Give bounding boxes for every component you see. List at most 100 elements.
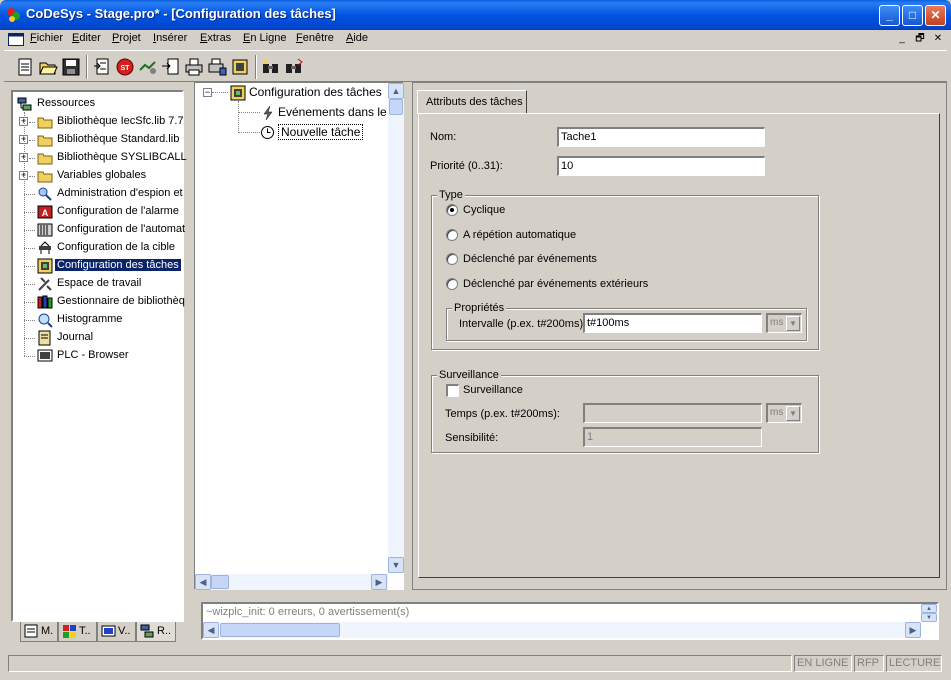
open-icon[interactable] xyxy=(37,56,59,78)
type-group-title: Type xyxy=(437,189,465,201)
events-icon xyxy=(263,105,273,121)
tab-visualizations[interactable]: V.. xyxy=(97,622,136,642)
journal-icon xyxy=(38,330,51,346)
tree-item-library[interactable]: Gestionnaire de bibliothèq xyxy=(13,293,185,311)
tree-item-folder[interactable]: + Bibliothèque Standard.lib xyxy=(13,131,183,149)
scroll-up-button[interactable]: ▲ xyxy=(388,83,404,99)
close-button[interactable]: ✕ xyxy=(925,5,946,26)
sensitivity-field[interactable]: 1 xyxy=(583,427,762,447)
tree-item-journal[interactable]: Journal xyxy=(13,329,183,347)
maximize-button[interactable]: □ xyxy=(902,5,923,26)
type-label-triggered[interactable]: Déclenché par événements xyxy=(463,253,597,265)
tree-item-histogram[interactable]: Histogramme xyxy=(13,311,183,329)
folder-icon xyxy=(37,117,53,129)
print-icon[interactable] xyxy=(183,56,205,78)
document-window-icon[interactable] xyxy=(8,33,24,46)
output-scroll-left[interactable]: ◀ xyxy=(203,622,219,638)
tree-item-folder[interactable]: + Variables globales xyxy=(13,167,183,185)
interval-unit-select[interactable]: ms ▼ xyxy=(766,313,802,333)
menu-extras[interactable]: Extras xyxy=(200,32,231,44)
type-radio-triggered[interactable] xyxy=(446,253,458,265)
task-tree-vscroll[interactable] xyxy=(388,83,404,573)
tree-item-label: Bibliothèque SYSLIBCALL xyxy=(57,151,187,163)
scroll-right-button[interactable]: ▶ xyxy=(371,574,387,590)
type-label-freewheeling[interactable]: A répétion automatique xyxy=(463,229,576,241)
logout-icon[interactable] xyxy=(160,56,182,78)
stop-icon[interactable]: ST xyxy=(114,56,136,78)
tree-item-plc-browser[interactable]: PLC - Browser xyxy=(13,347,183,365)
tree-item-alarm[interactable]: A Configuration de l'alarme xyxy=(13,203,183,221)
name-field[interactable]: Tache1 xyxy=(557,127,765,147)
tree-item-task-config[interactable]: Configuration des tâches xyxy=(13,257,183,275)
properties-group-title: Propriétés xyxy=(452,302,507,314)
menu-projet[interactable]: Projet xyxy=(112,32,141,44)
histogram-icon xyxy=(38,313,53,328)
save-icon[interactable] xyxy=(60,56,82,78)
message-output-panel[interactable]: ~wizplc_init: 0 erreurs, 0 avertissement… xyxy=(201,602,939,640)
type-radio-external[interactable] xyxy=(446,278,458,290)
tab-datatypes[interactable]: T.. xyxy=(58,622,97,642)
find-icon[interactable] xyxy=(260,56,282,78)
type-label-cyclic[interactable]: Cyclique xyxy=(463,204,505,216)
tree-root-ressources[interactable]: Ressources xyxy=(13,95,183,113)
type-radio-freewheeling[interactable] xyxy=(446,229,458,241)
tree-item-label: Espace de travail xyxy=(57,277,142,289)
menu-inserer[interactable]: Insérer xyxy=(153,32,187,44)
login-icon[interactable] xyxy=(137,56,159,78)
build-icon[interactable] xyxy=(91,56,113,78)
menu-fichier[interactable]: Fichier xyxy=(30,32,63,44)
menu-en-ligne[interactable]: En Ligne xyxy=(243,32,286,44)
output-scroll-right[interactable]: ▶ xyxy=(905,622,921,638)
tree-root-label: Ressources xyxy=(37,97,96,109)
watchdog-checkbox-label[interactable]: Surveillance xyxy=(463,384,523,396)
tree-item-watch[interactable]: Administration d'espion et xyxy=(13,185,183,203)
task-tree-root[interactable]: Configuration des tâches xyxy=(249,85,382,99)
resources-icon xyxy=(17,97,32,111)
tools-icon xyxy=(38,277,52,291)
mdi-restore-button[interactable]: 🗗 xyxy=(912,32,928,46)
scroll-down-button[interactable]: ▼ xyxy=(388,557,404,573)
tree-item-folder[interactable]: + Bibliothèque SYSLIBCALL xyxy=(13,149,187,167)
replace-icon[interactable] xyxy=(283,56,305,78)
task-tree-collapse-toggle[interactable]: − xyxy=(203,88,212,97)
scroll-thumb[interactable] xyxy=(389,99,403,115)
tab-resources[interactable]: R.. xyxy=(136,622,176,642)
menu-editer[interactable]: Editer xyxy=(72,32,101,44)
new-icon[interactable] xyxy=(14,56,36,78)
properties-icon[interactable] xyxy=(229,56,251,78)
type-label-external[interactable]: Déclenché par événements extérieurs xyxy=(463,278,648,290)
hscroll-thumb[interactable] xyxy=(211,575,229,589)
output-scroll-down[interactable]: ▼ xyxy=(921,613,937,622)
title-bar[interactable]: CoDeSys - Stage.pro* - [Configuration de… xyxy=(0,0,951,30)
tree-item-folder[interactable]: + Bibliothèque IecSfc.lib 7.7 xyxy=(13,113,184,131)
time-unit-select[interactable]: ms ▼ xyxy=(766,403,802,423)
output-hscroll-thumb[interactable] xyxy=(220,623,340,637)
menu-bar: Fichier Editer Projet Insérer Extras En … xyxy=(4,30,947,49)
print-preview-icon[interactable] xyxy=(206,56,228,78)
time-label: Temps (p.ex. t#200ms): xyxy=(445,408,560,420)
menu-fenetre[interactable]: Fenêtre xyxy=(296,32,334,44)
output-scroll-up[interactable]: ▲ xyxy=(921,604,937,613)
menu-aide[interactable]: Aide xyxy=(346,32,368,44)
tree-item-plc-config[interactable]: Configuration de l'automat xyxy=(13,221,185,239)
tab-modules[interactable]: M. xyxy=(20,622,58,642)
plc-config-icon xyxy=(37,223,53,237)
tree-item-label: Histogramme xyxy=(57,313,123,325)
task-tree-new-task[interactable]: Nouvelle tâche xyxy=(278,124,364,140)
resources-tree-panel[interactable]: Ressources + Bibliothèque IecSfc.lib 7.7 +… xyxy=(11,90,187,622)
mdi-minimize-button[interactable]: _ xyxy=(894,32,910,46)
time-field[interactable] xyxy=(583,403,762,423)
interval-field[interactable]: t#100ms xyxy=(583,313,762,333)
task-tree-panel[interactable]: − Configuration des tâches Evénements da… xyxy=(194,82,404,590)
minimize-button[interactable]: _ xyxy=(879,5,900,26)
tree-item-label: Administration d'espion et xyxy=(57,187,183,199)
tab-task-attributes[interactable]: Attributs des tâches xyxy=(417,90,527,114)
type-radio-cyclic[interactable] xyxy=(446,204,458,216)
mdi-close-button[interactable]: ✕ xyxy=(930,32,946,46)
priority-field[interactable]: 10 xyxy=(557,156,765,176)
scroll-left-button[interactable]: ◀ xyxy=(195,574,211,590)
watchdog-checkbox[interactable] xyxy=(446,384,459,397)
tree-item-target[interactable]: Configuration de la cible xyxy=(13,239,183,257)
task-tree-events[interactable]: Evénements dans le xyxy=(278,105,387,119)
tree-item-tools[interactable]: Espace de travail xyxy=(13,275,183,293)
